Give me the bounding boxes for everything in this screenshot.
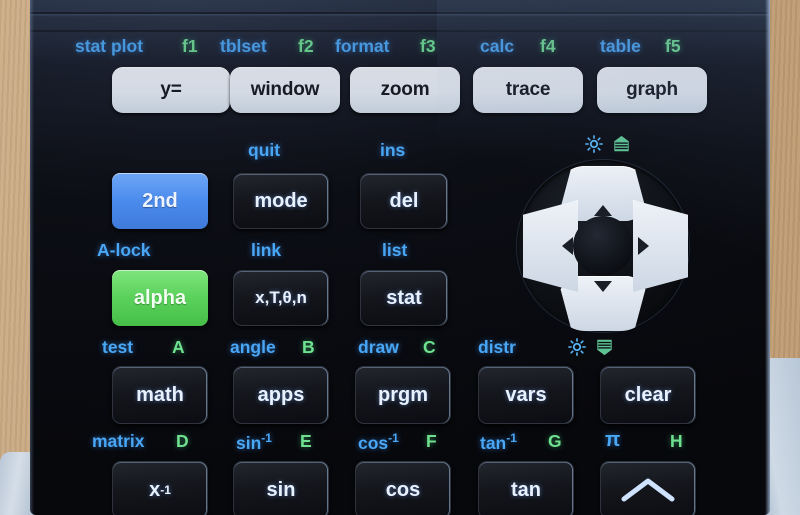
brightness-up-icon [585,135,603,153]
label-f3: f3 [420,36,436,56]
contrast-down-icon [597,339,612,356]
key-zoom[interactable]: zoom [350,67,460,113]
key-prgm[interactable]: prgm [355,366,451,424]
key-tan[interactable]: tan [478,461,574,515]
key-window[interactable]: window [230,67,340,113]
arrow-right-icon [638,237,649,255]
label-cos-inverse: cos-1 [358,431,399,453]
label-tblset: tblset [220,36,267,56]
key-mode[interactable]: mode [233,173,329,229]
key-apps[interactable]: apps [233,366,329,424]
key-stat[interactable]: stat [360,270,448,326]
key-x-t-theta-n[interactable]: x,T,θ,n [233,270,329,326]
body-seam-lower [30,30,770,32]
label-h: H [670,431,683,451]
label-c: C [423,337,436,357]
directional-pad [517,160,689,332]
label-ins: ins [380,140,406,160]
key-x-inverse[interactable]: x -1 [112,461,208,515]
label-f4: f4 [540,36,556,56]
label-format: format [335,36,390,56]
key-clear[interactable]: clear [600,366,696,424]
label-e: E [300,431,312,451]
label-draw: draw [358,337,399,357]
label-f5: f5 [665,36,681,56]
label-d: D [176,431,189,451]
dpad-right-button[interactable] [633,200,688,292]
label-sin-inverse: sin-1 [236,431,272,453]
label-a: A [172,337,185,357]
label-list: list [382,240,408,260]
brightness-down-icon [568,338,586,356]
calculator-body: stat plot f1 tblset f2 format f3 calc f4… [30,0,770,515]
body-seam-top [30,12,770,14]
caret-icon [621,478,675,502]
label-link: link [251,240,282,260]
label-f: F [426,431,437,451]
label-matrix: matrix [92,431,145,451]
label-distr: distr [478,337,516,357]
label-quit: quit [248,140,281,160]
key-alpha[interactable]: alpha [112,270,208,326]
label-test: test [102,337,134,357]
label-calc: calc [480,36,515,56]
dpad-left-button[interactable] [523,200,578,292]
label-angle: angle [230,337,276,357]
arrow-left-icon [562,237,573,255]
key-power[interactable] [600,461,696,515]
body-edge-right [765,0,770,515]
label-g: G [548,431,562,451]
label-f1: f1 [182,36,198,56]
contrast-up-icon [614,135,629,152]
label-pi: π [605,429,621,451]
key-del[interactable]: del [360,173,448,229]
label-f2: f2 [298,36,314,56]
key-cos[interactable]: cos [355,461,451,515]
dpad-center-hub [573,216,633,276]
key-trace[interactable]: trace [473,67,583,113]
arrow-up-icon [594,205,612,216]
label-stat-plot: stat plot [75,36,144,56]
label-table: table [600,36,641,56]
label-a-lock: A-lock [97,240,151,260]
key-sin[interactable]: sin [233,461,329,515]
key-math[interactable]: math [112,366,208,424]
key-y-equals[interactable]: y= [112,67,230,113]
arrow-down-icon [594,281,612,292]
label-b: B [302,337,315,357]
key-2nd[interactable]: 2nd [112,173,208,229]
key-vars[interactable]: vars [478,366,574,424]
key-graph[interactable]: graph [597,67,707,113]
body-edge-left [30,0,34,515]
label-tan-inverse: tan-1 [480,431,517,453]
